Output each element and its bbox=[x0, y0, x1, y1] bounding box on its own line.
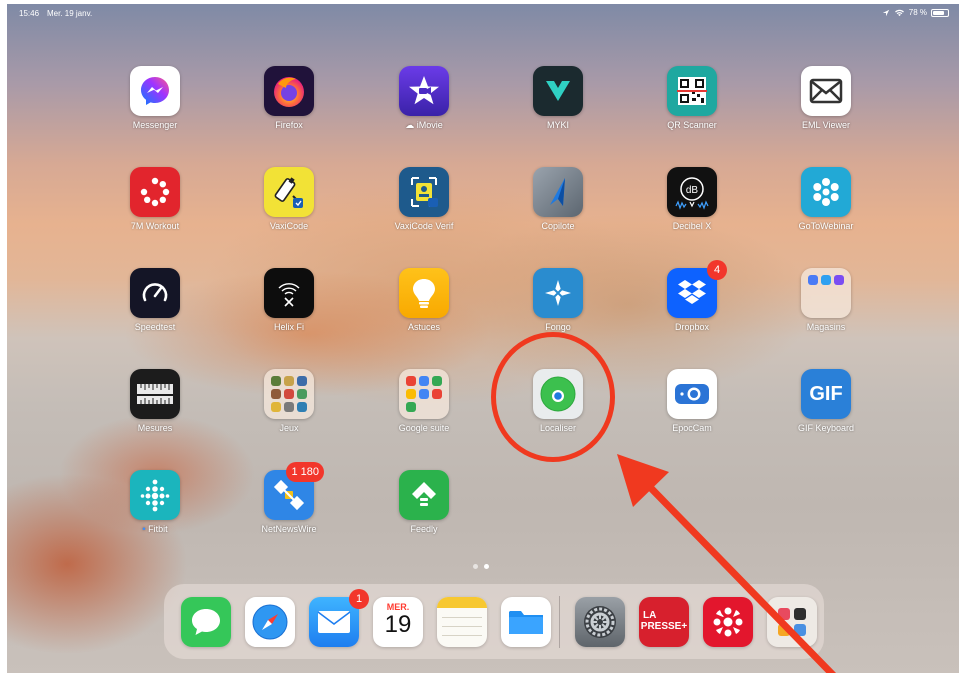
ipad-home-screen: 15:46 Mer. 19 janv. 78 % Messenger Firef… bbox=[7, 4, 959, 673]
annotation-arrow-icon bbox=[617, 454, 837, 673]
